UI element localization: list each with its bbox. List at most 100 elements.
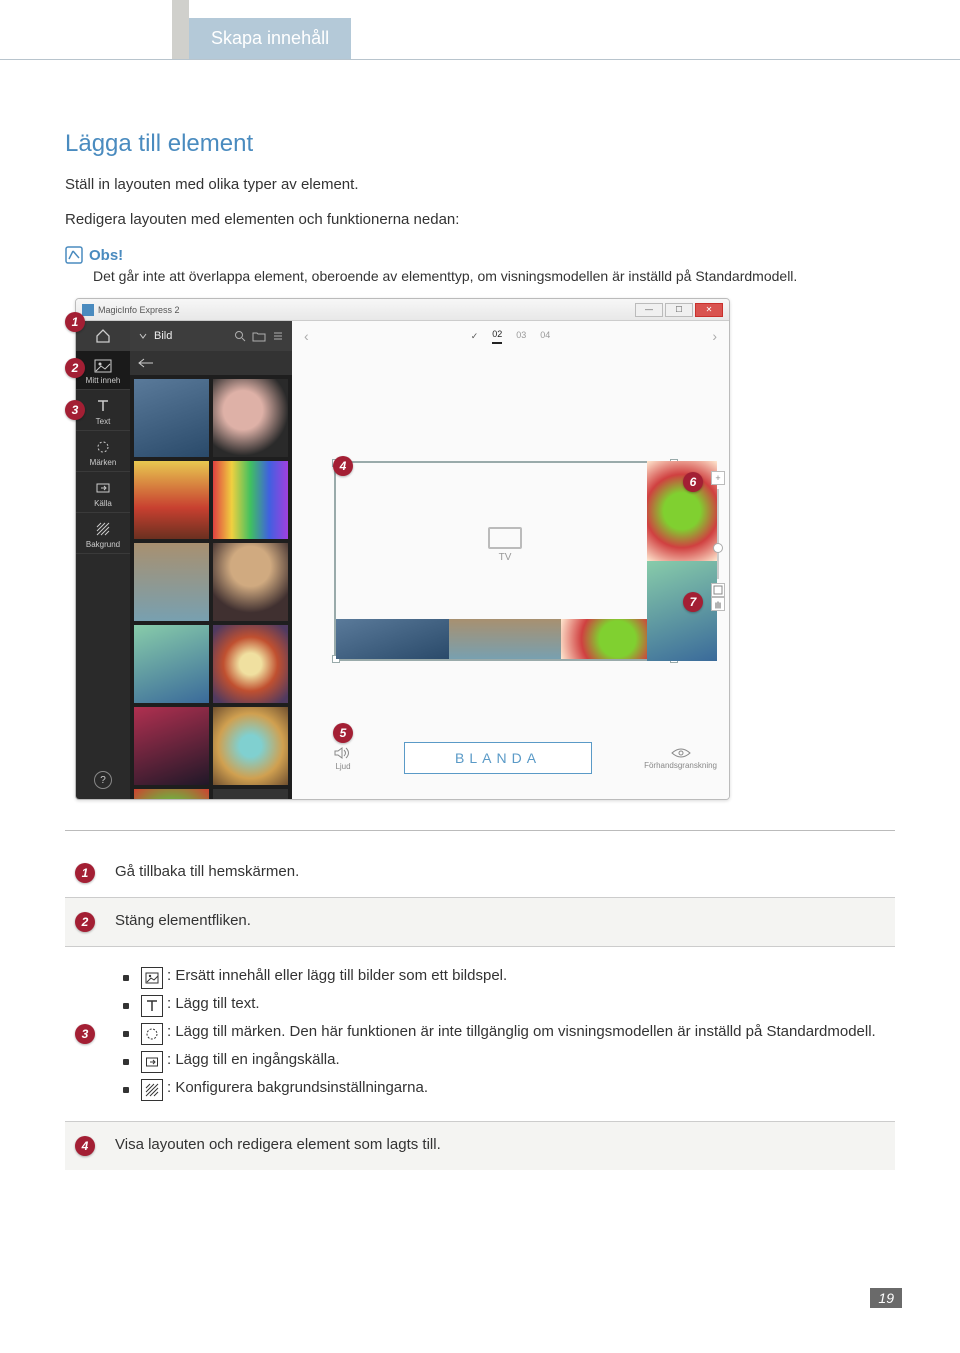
zoom-fit-button[interactable] (711, 583, 725, 597)
note-text: Det går inte att överlappa element, ober… (93, 268, 895, 284)
page-tab[interactable]: 02 (492, 329, 502, 344)
section-title: Lägga till element (65, 130, 895, 158)
canvas-selection[interactable]: TV (334, 461, 676, 661)
thumbnail-grid (130, 375, 292, 799)
text-icon (95, 398, 111, 414)
panel-title: Bild (154, 330, 172, 342)
folder-icon[interactable] (252, 330, 266, 342)
window-title: MagicInfo Express 2 (98, 305, 180, 315)
source-icon (141, 1051, 163, 1073)
minimize-button[interactable]: — (635, 303, 663, 317)
side-preview (647, 461, 717, 661)
blend-button[interactable]: BLANDA (404, 742, 592, 774)
bottom-bar: Ljud BLANDA Förhandsgranskning (334, 735, 717, 781)
callout-5: 5 (333, 723, 353, 743)
thumbnail[interactable] (213, 379, 288, 457)
next-page-button[interactable]: › (712, 328, 717, 344)
speaker-icon (334, 746, 352, 760)
home-icon (95, 328, 111, 344)
monitor-icon (488, 527, 522, 549)
rail-content-label: Mitt inneh (86, 376, 121, 385)
breadcrumb: Skapa innehåll (189, 18, 351, 59)
note-label: Obs! (89, 247, 123, 264)
prev-page-button[interactable]: ‹ (304, 328, 309, 344)
brand-icon (95, 439, 111, 455)
list-icon[interactable] (272, 330, 284, 342)
callout-7: 7 (683, 592, 703, 612)
legend-3a: : Ersätt innehåll eller lägg till bilder… (167, 967, 507, 984)
page-tab[interactable]: 04 (540, 330, 550, 343)
callout-3: 3 (65, 400, 85, 420)
maximize-button[interactable]: ☐ (665, 303, 693, 317)
intro-text-1: Ställ in layouten med olika typer av ele… (65, 176, 895, 193)
back-bar[interactable] (130, 351, 292, 375)
intro-text-2: Redigera layouten med elementen och funk… (65, 211, 895, 228)
thumbnail[interactable] (213, 543, 288, 621)
note-icon (65, 246, 83, 264)
tv-label: TV (499, 552, 512, 563)
fit-icon (713, 585, 723, 595)
note-box: Obs! Det går inte att överlappa element,… (65, 246, 895, 284)
legend-3c: : Lägg till märken. Den här funktionen ä… (167, 1023, 876, 1040)
separator (65, 830, 895, 831)
callout-4: 4 (333, 456, 353, 476)
window-titlebar: MagicInfo Express 2 — ☐ ✕ (76, 299, 729, 321)
preview-label: Förhandsgranskning (644, 761, 717, 770)
rail-brands[interactable]: Märken (76, 431, 130, 472)
rail-text-label: Text (96, 417, 111, 426)
legend-badge-1: 1 (75, 863, 95, 883)
thumbnail[interactable] (134, 461, 209, 539)
binding-spine (172, 0, 189, 60)
rail-background[interactable]: Bakgrund (76, 513, 130, 554)
top-rule (0, 59, 960, 60)
zoom-in-button[interactable]: + (711, 471, 725, 485)
legend-badge-3: 3 (75, 1024, 95, 1044)
page-tab[interactable]: 03 (516, 330, 526, 343)
source-icon (95, 480, 111, 496)
layout-slot (336, 619, 449, 659)
legend-badge-4: 4 (75, 1136, 95, 1156)
pan-button[interactable] (711, 597, 725, 611)
legend-row-1: Gå tillbaka till hemskärmen. (105, 849, 895, 898)
search-icon[interactable] (234, 330, 246, 342)
thumbnail[interactable] (134, 625, 209, 703)
legend-row-4: Visa layouten och redigera element som l… (105, 1122, 895, 1171)
thumbnail[interactable] (134, 707, 209, 785)
chevron-down-icon (138, 331, 148, 341)
audio-button[interactable]: Ljud (334, 746, 352, 771)
thumbnail[interactable] (134, 543, 209, 621)
image-icon (141, 967, 163, 989)
legend-3d: : Lägg till en ingångskälla. (167, 1051, 340, 1068)
legend-row-3: : Ersätt innehåll eller lägg till bilder… (105, 947, 895, 1122)
legend-3b: : Lägg till text. (167, 995, 260, 1012)
rail-source[interactable]: Källa (76, 472, 130, 513)
canvas-area: ‹ ✓ 02 03 04 › (292, 321, 729, 799)
check-icon: ✓ (471, 331, 479, 342)
layout-slot (449, 619, 562, 659)
app-screenshot: MagicInfo Express 2 — ☐ ✕ Mitt inneh (75, 298, 730, 800)
tv-placeholder: TV (488, 527, 522, 563)
preview-button[interactable]: Förhandsgranskning (644, 747, 717, 770)
rail-source-label: Källa (94, 499, 112, 508)
callout-6: 6 (683, 472, 703, 492)
zoom-slider[interactable] (717, 489, 719, 579)
arrow-left-icon (138, 358, 154, 368)
image-icon (94, 359, 112, 373)
legend-badge-2: 2 (75, 912, 95, 932)
thumbnail[interactable] (134, 379, 209, 457)
help-button[interactable]: ? (94, 771, 112, 789)
legend-table: 1 Gå tillbaka till hemskärmen. 2 Stäng e… (65, 849, 895, 1170)
thumbnail[interactable] (134, 789, 209, 799)
eye-icon (671, 747, 691, 759)
page-number: 19 (870, 1288, 902, 1308)
close-button[interactable]: ✕ (695, 303, 723, 317)
page-tabs: ‹ ✓ 02 03 04 › (292, 321, 729, 351)
zoom-control: + (711, 471, 725, 611)
thumbnail[interactable] (213, 789, 288, 799)
thumbnail[interactable] (213, 707, 288, 785)
audio-label: Ljud (335, 762, 350, 771)
brand-icon (141, 1023, 163, 1045)
text-icon (141, 995, 163, 1017)
thumbnail[interactable] (213, 625, 288, 703)
thumbnail[interactable] (213, 461, 288, 539)
